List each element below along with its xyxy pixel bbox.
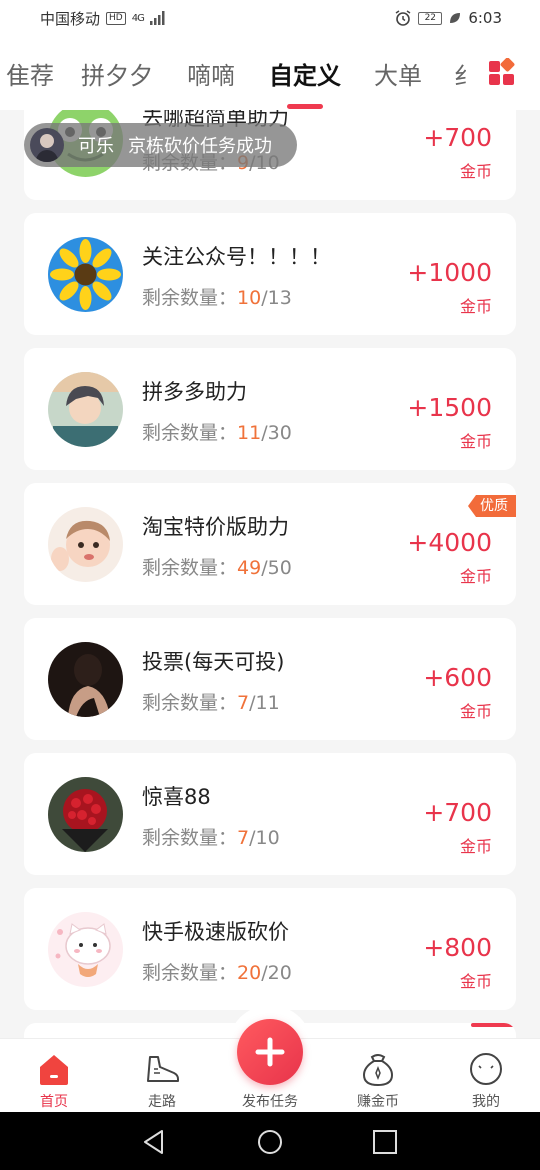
reward-amount: +700 <box>423 123 492 152</box>
task-title: 关注公众号！！！！ <box>142 245 331 269</box>
reward-amount: +4000 <box>407 528 492 557</box>
nav-home[interactable]: 首页 <box>0 1039 108 1113</box>
task-remaining: 剩余数量：49/50 <box>142 557 292 579</box>
hd-badge: HD <box>106 11 126 25</box>
total-count: /20 <box>261 962 292 984</box>
task-remaining: 剩余数量：20/20 <box>142 962 292 984</box>
reward-amount: +1500 <box>407 393 492 422</box>
quality-badge <box>471 1023 516 1027</box>
baby-avatar <box>48 507 123 582</box>
nav-label: 赚金币 <box>357 1094 399 1110</box>
tab-cut-off[interactable]: 纟 <box>454 56 466 91</box>
remaining-count: 10 <box>237 287 262 309</box>
nav-label: 发布任务 <box>242 1094 298 1110</box>
tab-big-order[interactable]: 大单 <box>374 56 422 91</box>
remaining-count: 7 <box>237 827 250 849</box>
reward-amount: +800 <box>423 933 492 962</box>
signal-icon <box>149 11 165 25</box>
task-card[interactable]: 惊喜88 剩余数量：7/10 +700 金币 <box>24 753 516 875</box>
reward-amount: +700 <box>423 798 492 827</box>
system-navigation-bar <box>0 1112 540 1170</box>
remaining-count: 7 <box>237 692 250 714</box>
remaining-count: 11 <box>237 422 262 444</box>
reward-amount: +600 <box>423 663 492 692</box>
toast-notification: 可乐 京栋砍价任务成功 <box>24 123 297 167</box>
total-count: /10 <box>249 827 280 849</box>
coin-unit: 金币 <box>459 837 492 856</box>
toast-username: 可乐 <box>78 136 114 157</box>
remaining-count: 49 <box>237 557 262 579</box>
nav-walk[interactable]: 走路 <box>108 1039 216 1113</box>
task-card[interactable]: 投票(每天可投) 剩余数量：7/11 +600 金币 <box>24 618 516 740</box>
task-card[interactable]: 快手极速版砍价 剩余数量：20/20 +800 金币 <box>24 888 516 1010</box>
active-tab-indicator <box>287 104 323 109</box>
home-circle-icon[interactable] <box>256 1128 284 1156</box>
task-card[interactable]: 拼多多助力 剩余数量：11/30 +1500 金币 <box>24 348 516 470</box>
coin-unit: 金币 <box>459 567 492 586</box>
network-type: 4G <box>131 12 145 24</box>
task-remaining: 剩余数量：10/13 <box>142 287 292 309</box>
toast-avatar <box>30 128 64 162</box>
task-title: 快手极速版砍价 <box>142 920 289 944</box>
tab-recommend[interactable]: 隹荐 <box>6 56 54 91</box>
nav-label: 走路 <box>148 1094 176 1110</box>
home-icon <box>40 1055 68 1085</box>
status-bar: 中国移动 HD 4G 22 6:03 <box>0 0 540 36</box>
category-tabs[interactable]: 隹荐 拼夕夕 嘀嘀 自定义 大单 纟 <box>0 36 540 110</box>
task-title: 惊喜88 <box>142 785 211 809</box>
anime-avatar <box>48 372 123 447</box>
task-title: 投票(每天可投) <box>142 650 285 674</box>
coin-unit: 金币 <box>459 432 492 451</box>
reward-amount: +1000 <box>407 258 492 287</box>
task-title: 拼多多助力 <box>142 380 247 404</box>
tab-custom[interactable]: 自定义 <box>269 56 341 91</box>
coin-unit: 金币 <box>459 162 492 181</box>
toast-message: 京栋砍价任务成功 <box>128 136 272 157</box>
task-title: 淘宝特价版助力 <box>142 515 289 539</box>
total-count: /50 <box>261 557 292 579</box>
alarm-icon <box>395 10 411 26</box>
tab-didi[interactable]: 嘀嘀 <box>187 56 235 91</box>
nav-earn-coins[interactable]: 赚金币 <box>324 1039 432 1113</box>
task-remaining: 剩余数量：7/11 <box>142 692 280 714</box>
nav-label: 首页 <box>40 1094 68 1110</box>
tab-pinxixi[interactable]: 拼夕夕 <box>81 56 153 91</box>
task-card[interactable]: 优质 淘宝特价版助力 剩余数量：49/50 +4000 金币 <box>24 483 516 605</box>
cat-avatar <box>48 912 123 987</box>
task-remaining: 剩余数量：7/10 <box>142 827 280 849</box>
portrait-avatar <box>48 642 123 717</box>
leaf-icon <box>450 13 461 23</box>
task-card[interactable]: 关注公众号！！！！ 剩余数量：10/13 +1000 金币 <box>24 213 516 335</box>
shoe-icon <box>147 1056 179 1082</box>
category-grid-icon[interactable] <box>487 58 517 88</box>
carrier-label: 中国移动 <box>40 9 101 28</box>
total-count: /11 <box>249 692 280 714</box>
task-remaining: 剩余数量：11/30 <box>142 422 292 444</box>
publish-task-button[interactable] <box>237 1019 303 1085</box>
quality-badge: 优质 <box>468 495 516 517</box>
nav-profile[interactable]: 我的 <box>432 1039 540 1113</box>
recents-square-icon[interactable] <box>371 1128 399 1156</box>
battery-icon: 22 <box>418 11 443 25</box>
coin-unit: 金币 <box>459 297 492 316</box>
roses-avatar <box>48 777 123 852</box>
clock: 6:03 <box>468 9 502 27</box>
plus-icon <box>255 1037 285 1067</box>
profile-face-icon <box>470 1053 502 1085</box>
back-icon[interactable] <box>140 1128 168 1156</box>
coin-bag-icon <box>362 1054 394 1087</box>
sunflower-avatar <box>48 237 123 312</box>
total-count: /13 <box>261 287 292 309</box>
total-count: /30 <box>261 422 292 444</box>
nav-label: 我的 <box>472 1094 500 1110</box>
coin-unit: 金币 <box>459 972 492 991</box>
coin-unit: 金币 <box>459 702 492 721</box>
remaining-count: 20 <box>237 962 262 984</box>
